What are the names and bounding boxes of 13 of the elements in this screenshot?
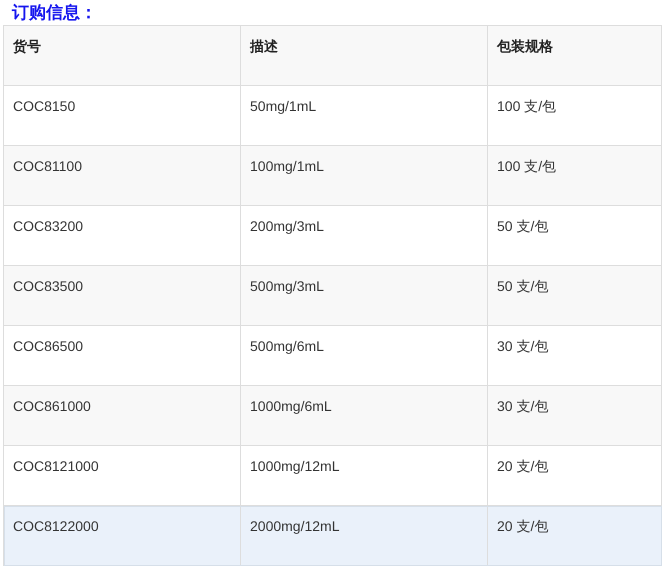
table-row[interactable]: COC86500 500mg/6mL 30 支/包 [4, 326, 662, 386]
table-row[interactable]: COC8122000 2000mg/12mL 20 支/包 [4, 506, 662, 566]
table-row[interactable]: COC83200 200mg/3mL 50 支/包 [4, 206, 662, 266]
table-cell: COC8122000 [4, 506, 240, 566]
table-row[interactable]: COC8121000 1000mg/12mL 20 支/包 [4, 446, 662, 506]
table-row[interactable]: COC81100 100mg/1mL 100 支/包 [4, 146, 662, 206]
table-row[interactable]: COC8150 50mg/1mL 100 支/包 [4, 86, 662, 146]
section-heading: 订购信息： [12, 2, 98, 24]
table-row[interactable]: COC861000 1000mg/6mL 30 支/包 [4, 386, 662, 446]
table-row[interactable]: COC83500 500mg/3mL 50 支/包 [4, 266, 662, 326]
column-header: 包装规格 [488, 26, 662, 86]
column-header: 货号 [4, 26, 240, 86]
column-header: 描述 [240, 26, 488, 86]
